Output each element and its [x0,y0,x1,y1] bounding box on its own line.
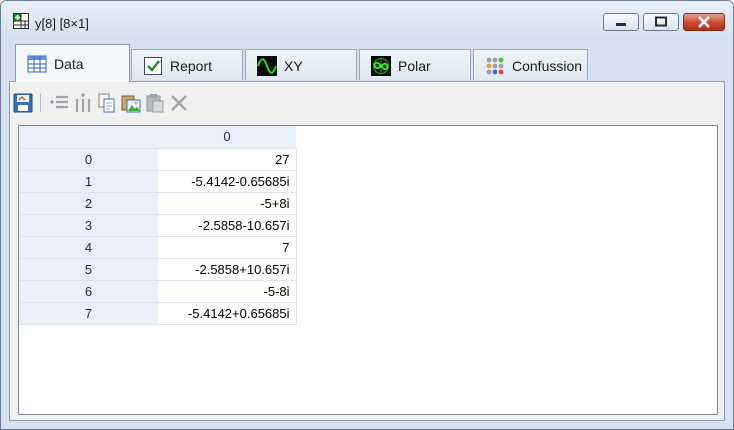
corner-cell [19,126,158,149]
insert-column-icon[interactable] [72,92,94,114]
title-bar[interactable]: y[8] [8×1] [1,1,733,39]
value-cell[interactable]: -5.4142+0.65685i [158,302,297,325]
matrix-app-icon [13,13,29,29]
column-header[interactable]: 0 [158,126,296,149]
dot-matrix-icon [486,57,504,75]
value-cell[interactable]: -5.4142-0.65685i [158,170,297,193]
tab-label-confussion: Confussion [512,58,583,74]
row-header[interactable]: 5 [19,258,158,281]
table-row: 6 -5-8i [19,280,297,303]
checkbox-icon [144,57,162,75]
table-row: 4 7 [19,236,297,259]
minimize-icon [616,23,626,26]
row-header[interactable]: 1 [19,170,158,193]
copy-icon[interactable] [96,92,118,114]
header-row: 0 [19,126,296,149]
window-title: y[8] [8×1] [35,16,89,31]
table-row: 7 -5.4142+0.65685i [19,302,297,325]
app-window: y[8] [8×1] Data Report XY Polar Confussi… [0,0,734,430]
table-row: 2 -5+8i [19,192,297,215]
tab-label-polar: Polar [398,58,431,74]
row-header[interactable]: 4 [19,236,158,259]
data-grid: 0 0 27 1 -5.4142-0.65685i 2 -5+8i 3 -2.5… [18,125,718,415]
tab-label-data: Data [54,56,84,72]
value-cell[interactable]: -2.5858-10.657i [158,214,297,237]
close-icon [698,16,710,28]
delete-icon[interactable] [168,92,190,114]
tab-label-xy: XY [284,58,303,74]
value-cell[interactable]: -5+8i [158,192,297,215]
table-row: 3 -2.5858-10.657i [19,214,297,237]
row-header[interactable]: 2 [19,192,158,215]
save-icon[interactable] [12,92,34,114]
data-table: 0 0 27 1 -5.4142-0.65685i 2 -5+8i 3 -2.5… [19,126,297,325]
paste-image-icon[interactable] [120,92,142,114]
tab-strip: Data Report XY Polar Confussion [9,39,725,82]
table-row: 1 -5.4142-0.65685i [19,170,297,193]
paste-icon[interactable] [144,92,166,114]
row-header[interactable]: 0 [19,148,158,171]
sine-wave-icon [257,56,277,76]
toolbar [10,86,724,116]
tab-report[interactable]: Report [131,49,243,80]
minimize-button[interactable] [603,13,639,31]
polar-icon [371,56,391,76]
table-row: 5 -2.5858+10.657i [19,258,297,281]
close-button[interactable] [683,13,725,31]
table-row: 0 27 [19,148,297,171]
maximize-icon [655,16,667,27]
table-icon [27,55,47,73]
row-header[interactable]: 6 [19,280,158,303]
row-header[interactable]: 7 [19,302,158,325]
tab-xy[interactable]: XY [245,49,357,80]
maximize-button[interactable] [643,13,679,31]
value-cell[interactable]: 27 [158,148,297,171]
insert-row-icon[interactable] [48,92,70,114]
tab-confussion[interactable]: Confussion [473,49,588,80]
value-cell[interactable]: -2.5858+10.657i [158,258,297,281]
value-cell[interactable]: -5-8i [158,280,297,303]
value-cell[interactable]: 7 [158,236,297,259]
tab-polar[interactable]: Polar [359,49,471,80]
toolbar-separator [40,94,41,112]
row-header[interactable]: 3 [19,214,158,237]
tab-label-report: Report [170,58,213,74]
data-panel: 0 0 27 1 -5.4142-0.65685i 2 -5+8i 3 -2.5… [9,81,725,421]
tab-data[interactable]: Data [15,44,130,82]
